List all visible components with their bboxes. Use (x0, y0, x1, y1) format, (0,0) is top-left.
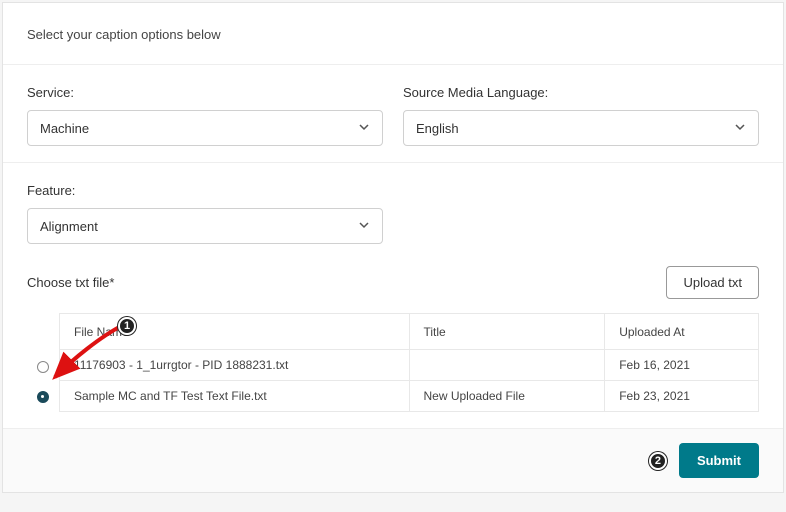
service-select[interactable]: Machine (27, 110, 383, 146)
caption-options-panel: Select your caption options below Servic… (2, 2, 784, 493)
file-radio-1[interactable] (37, 391, 49, 403)
cell-uploaded: Feb 23, 2021 (605, 381, 759, 412)
service-group: Service: Machine (27, 85, 383, 146)
file-table: File Name Title Uploaded At 11176903 - 1… (59, 313, 759, 412)
service-value: Machine (40, 121, 358, 136)
language-value: English (416, 121, 734, 136)
annotation-badge-2: 2 (649, 452, 667, 470)
cell-title: New Uploaded File (409, 381, 605, 412)
col-filename: File Name (60, 314, 410, 350)
feature-label: Feature: (27, 183, 383, 198)
radio-column (27, 313, 59, 412)
service-label: Service: (27, 85, 383, 100)
upload-txt-button[interactable]: Upload txt (666, 266, 759, 299)
service-language-section: Service: Machine Source Media Language: … (3, 65, 783, 163)
instruction-text: Select your caption options below (27, 27, 759, 42)
feature-select[interactable]: Alignment (27, 208, 383, 244)
cell-filename: 11176903 - 1_1urrgtor - PID 1888231.txt (60, 350, 410, 381)
header-section: Select your caption options below (3, 3, 783, 65)
file-table-container: 1 File Name Title Uploaded At (27, 313, 759, 412)
table-row[interactable]: 11176903 - 1_1urrgtor - PID 1888231.txt … (60, 350, 759, 381)
language-group: Source Media Language: English (403, 85, 759, 146)
feature-section: Feature: Alignment Choose txt file* Uplo… (3, 163, 783, 428)
table-header-row: File Name Title Uploaded At (60, 314, 759, 350)
col-title: Title (409, 314, 605, 350)
annotation-badge-1: 1 (118, 317, 136, 335)
chevron-down-icon (358, 121, 370, 136)
cell-uploaded: Feb 16, 2021 (605, 350, 759, 381)
table-row[interactable]: Sample MC and TF Test Text File.txt New … (60, 381, 759, 412)
feature-group: Feature: Alignment (27, 183, 383, 244)
file-radio-0[interactable] (37, 361, 49, 373)
cell-title (409, 350, 605, 381)
chevron-down-icon (358, 219, 370, 234)
feature-value: Alignment (40, 219, 358, 234)
language-label: Source Media Language: (403, 85, 759, 100)
chevron-down-icon (734, 121, 746, 136)
submit-button[interactable]: Submit (679, 443, 759, 478)
language-select[interactable]: English (403, 110, 759, 146)
file-section-header: Choose txt file* Upload txt (27, 266, 759, 299)
footer: 2 Submit (3, 428, 783, 492)
choose-file-label: Choose txt file* (27, 275, 114, 290)
cell-filename: Sample MC and TF Test Text File.txt (60, 381, 410, 412)
col-uploaded: Uploaded At (605, 314, 759, 350)
